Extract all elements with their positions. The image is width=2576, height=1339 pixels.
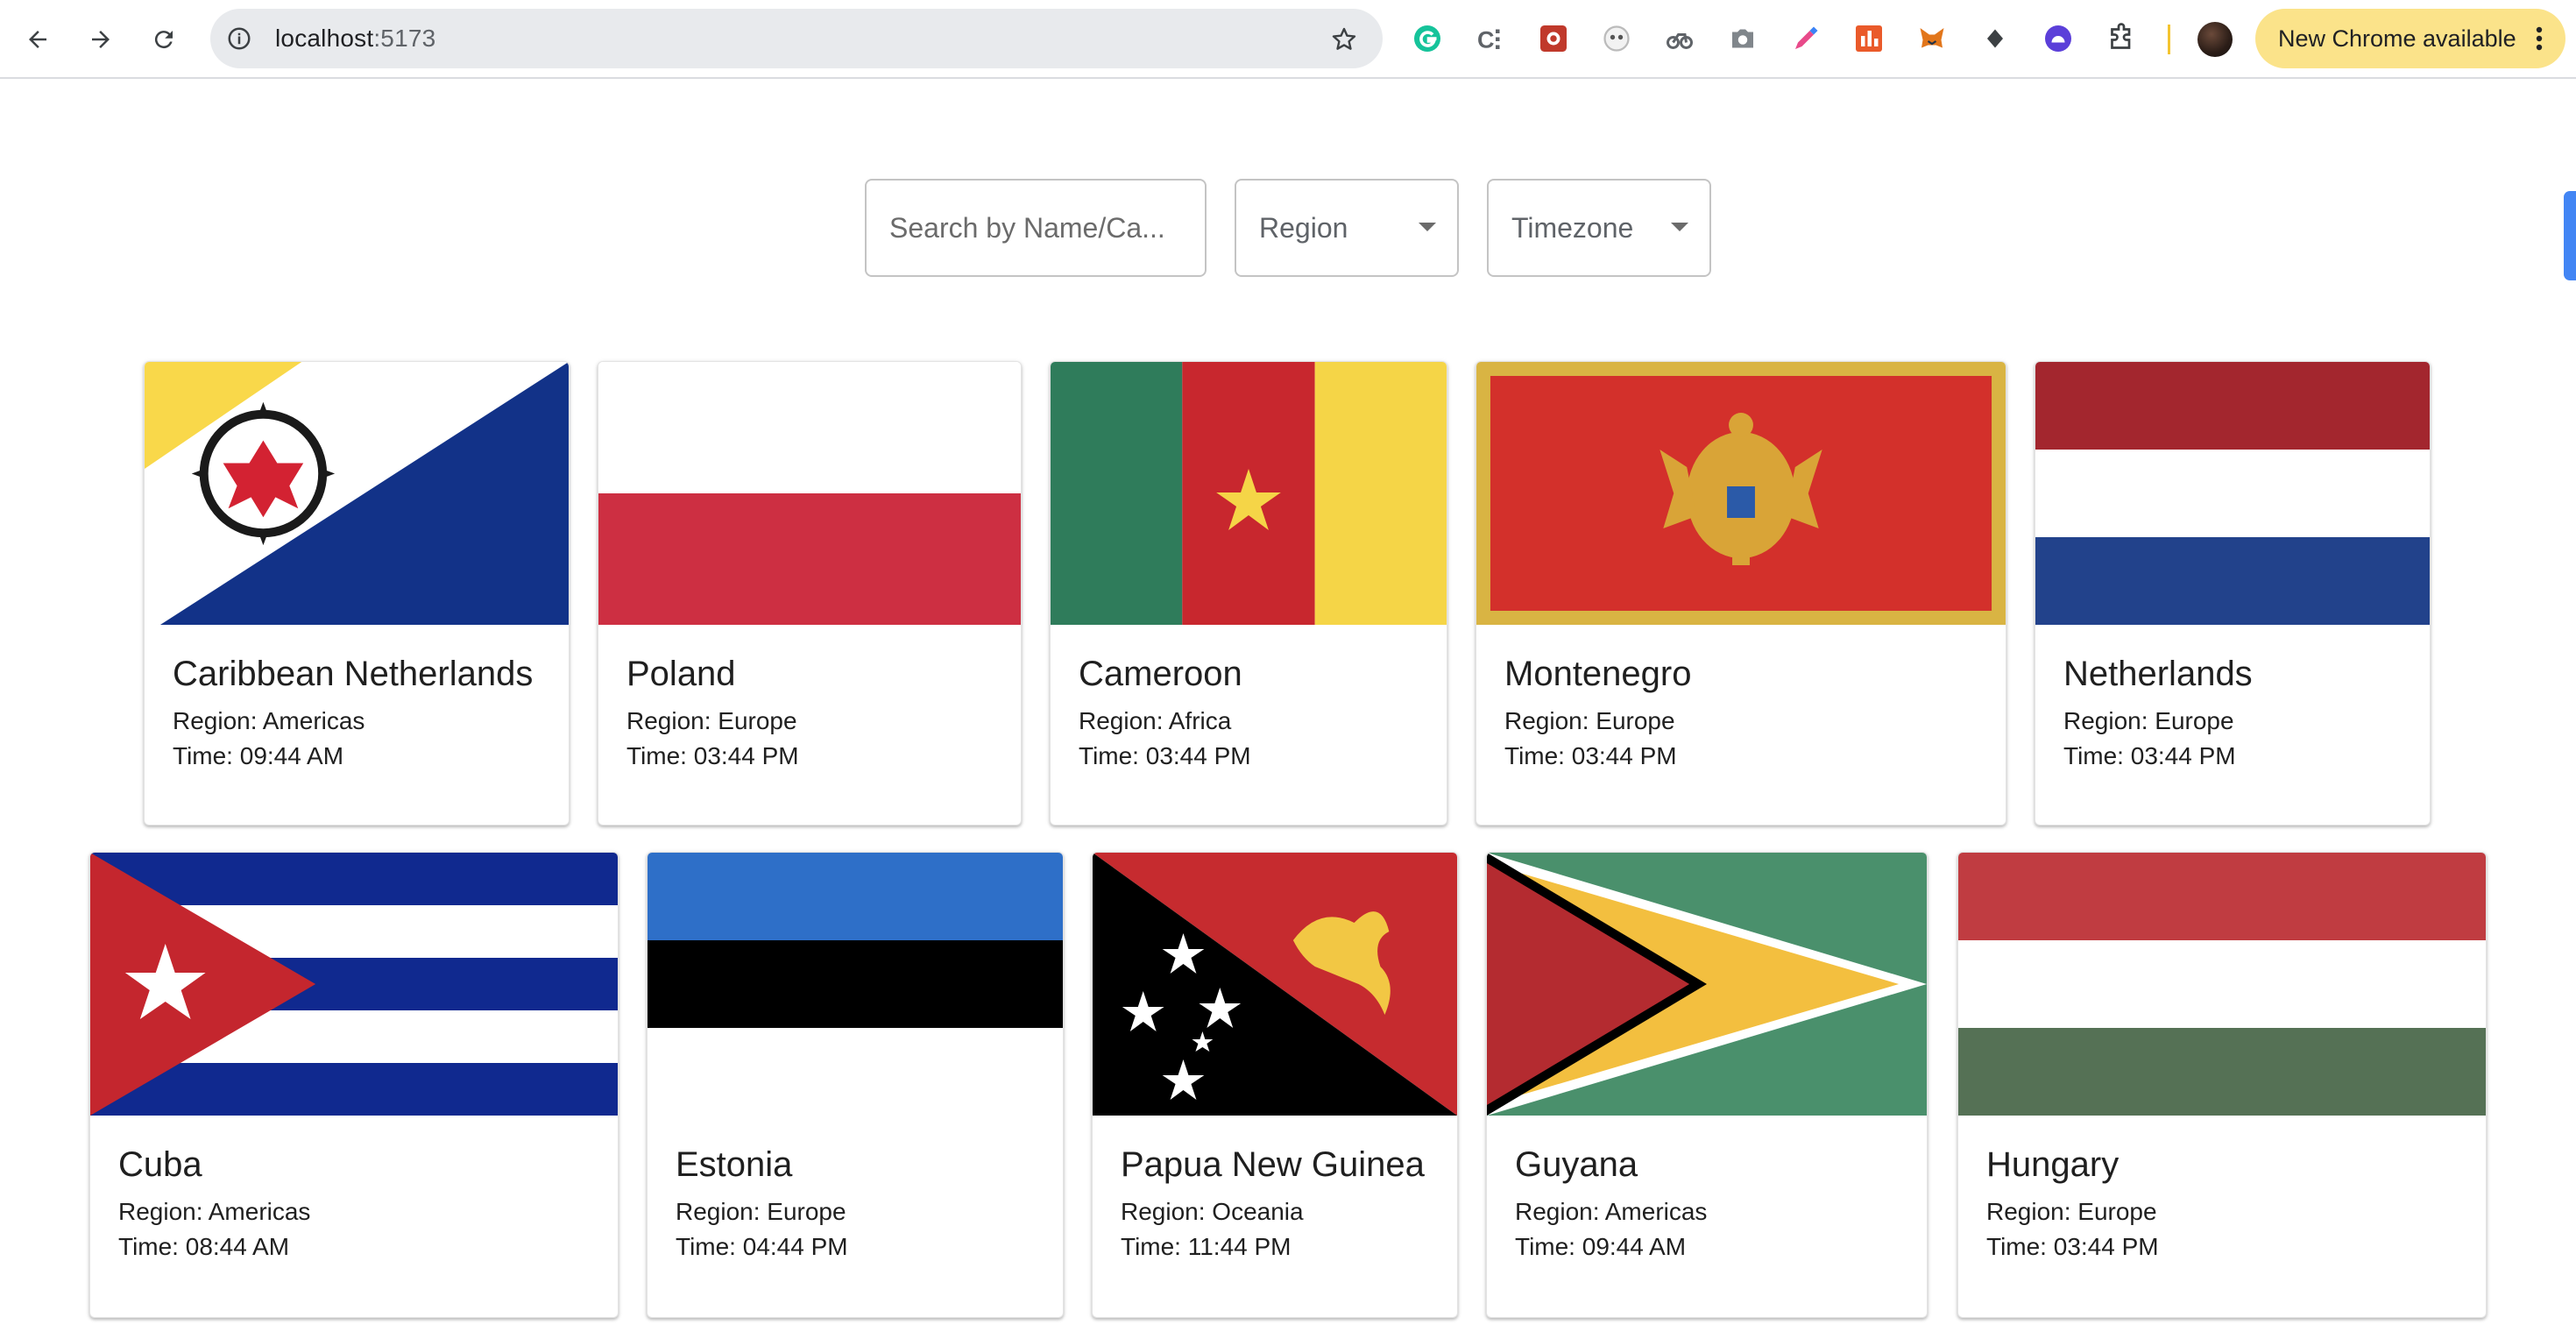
browser-toolbar: localhost:5173 C New Chrome available [0, 0, 2576, 79]
back-button[interactable] [18, 19, 58, 60]
country-region: Region: Africa [1079, 707, 1232, 734]
country-name: Cuba [118, 1145, 202, 1184]
country-name: Poland [626, 655, 736, 693]
forward-button[interactable] [81, 19, 121, 60]
eyedropper-extension-icon[interactable] [1789, 22, 1822, 55]
region-select[interactable]: Region [1235, 179, 1459, 277]
extensions-puzzle-icon[interactable] [2105, 22, 2138, 55]
country-name: Guyana [1515, 1145, 1638, 1184]
country-region: Region: Americas [118, 1198, 311, 1225]
country-time: Time: 09:44 AM [1515, 1233, 1687, 1260]
update-chrome-label: New Chrome available [2278, 25, 2516, 52]
country-region: Region: Europe [1986, 1198, 2157, 1225]
country-time: Time: 11:44 PM [1121, 1233, 1292, 1260]
country-region: Region: Europe [2063, 707, 2234, 734]
flag-image-hungary [1958, 853, 2486, 1116]
flag-image-guyana [1487, 853, 1927, 1116]
svg-text:C: C [1477, 27, 1495, 53]
panda-extension-icon[interactable] [1600, 22, 1633, 55]
country-name: Estonia [676, 1145, 793, 1184]
country-region: Region: Europe [676, 1198, 846, 1225]
country-card[interactable]: Cuba Region: Americas Time: 08:44 AM [89, 852, 619, 1318]
country-region: Region: Oceania [1121, 1198, 1304, 1225]
diamond-extension-icon[interactable] [1978, 22, 2012, 55]
country-time: Time: 03:44 PM [2063, 742, 2236, 769]
purple-extension-icon[interactable] [2042, 22, 2075, 55]
toolbar-divider [2168, 25, 2170, 54]
country-card[interactable]: Estonia Region: Europe Time: 04:44 PM [647, 852, 1064, 1318]
code-extension-icon[interactable]: C [1474, 22, 1507, 55]
grammarly-extension-icon[interactable] [1411, 22, 1444, 55]
reload-icon [154, 31, 173, 49]
metamask-fox-icon[interactable] [1915, 22, 1949, 55]
red-extension-icon[interactable] [1537, 22, 1570, 55]
profile-avatar[interactable] [2197, 22, 2233, 57]
flag-image-netherlands [2035, 362, 2430, 625]
flag-image-poland [598, 362, 1021, 625]
country-region: Region: Europe [626, 707, 797, 734]
arrow-left-icon [29, 31, 46, 48]
country-name: Netherlands [2063, 655, 2253, 693]
country-region: Region: Americas [1515, 1198, 1708, 1225]
flag-image-papua-new-guinea [1093, 853, 1457, 1116]
bike-extension-icon[interactable] [1663, 22, 1696, 55]
country-card[interactable]: Guyana Region: Americas Time: 09:44 AM [1486, 852, 1928, 1318]
flag-image-cameroon [1051, 362, 1447, 625]
reload-button[interactable] [144, 19, 184, 60]
more-vertical-icon[interactable] [2536, 26, 2543, 51]
chevron-down-icon [1671, 223, 1688, 231]
url-text: localhost:5173 [275, 25, 436, 52]
country-time: Time: 03:44 PM [1079, 742, 1251, 769]
country-time: Time: 09:44 AM [173, 742, 344, 769]
country-time: Time: 03:44 PM [1504, 742, 1677, 769]
timezone-select[interactable]: Timezone [1487, 179, 1711, 277]
country-name: Hungary [1986, 1145, 2120, 1184]
country-card[interactable]: Cameroon Region: Africa Time: 03:44 PM [1050, 361, 1447, 825]
update-chrome-button[interactable]: New Chrome available [2255, 9, 2565, 68]
country-time: Time: 03:44 PM [1986, 1233, 2159, 1260]
flag-image-cuba [90, 853, 618, 1116]
country-card[interactable]: Caribbean Netherlands Region: Americas T… [144, 361, 570, 825]
bookmark-star-icon[interactable] [1330, 25, 1358, 53]
site-info-icon[interactable] [226, 25, 252, 52]
scrollbar-handle[interactable] [2564, 191, 2576, 280]
country-region: Region: Europe [1504, 707, 1675, 734]
country-name: Caribbean Netherlands [173, 655, 534, 693]
flag-image-estonia [648, 853, 1063, 1116]
timezone-select-label: Timezone [1511, 212, 1634, 244]
country-card[interactable]: Montenegro Region: Europe Time: 03:44 PM [1476, 361, 2006, 825]
country-name: Montenegro [1504, 655, 1692, 693]
chevron-down-icon [1419, 223, 1436, 231]
camera-extension-icon[interactable] [1726, 22, 1759, 55]
region-select-label: Region [1259, 212, 1348, 244]
arrow-right-icon [92, 31, 110, 48]
country-card[interactable]: Netherlands Region: Europe Time: 03:44 P… [2035, 361, 2431, 825]
country-card[interactable]: Poland Region: Europe Time: 03:44 PM [598, 361, 1022, 825]
country-name: Cameroon [1079, 655, 1242, 693]
country-time: Time: 03:44 PM [626, 742, 799, 769]
country-card[interactable]: Hungary Region: Europe Time: 03:44 PM [1957, 852, 2487, 1318]
flag-image-caribbean-netherlands [145, 362, 569, 625]
country-name: Papua New Guinea [1121, 1145, 1425, 1184]
flag-image-montenegro [1476, 362, 2006, 625]
country-time: Time: 08:44 AM [118, 1233, 290, 1260]
metrics-extension-icon[interactable] [1852, 22, 1886, 55]
address-bar[interactable]: localhost:5173 [210, 9, 1383, 68]
country-time: Time: 04:44 PM [676, 1233, 848, 1260]
search-input[interactable] [865, 179, 1207, 277]
country-region: Region: Americas [173, 707, 365, 734]
country-card[interactable]: Papua New Guinea Region: Oceania Time: 1… [1092, 852, 1458, 1318]
